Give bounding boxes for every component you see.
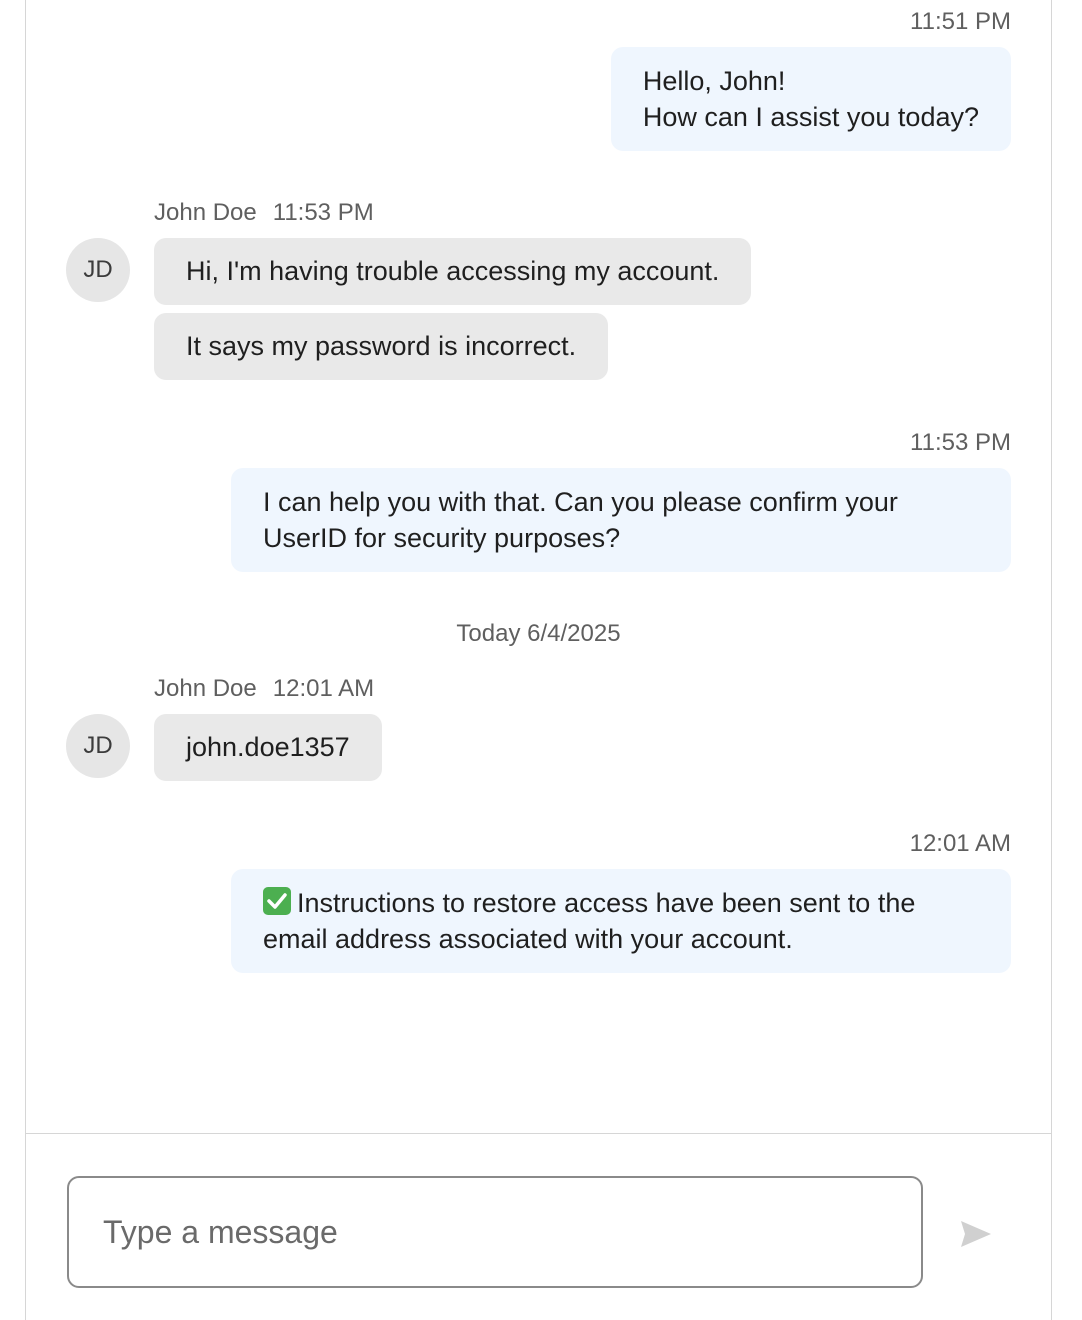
composer bbox=[26, 1133, 1051, 1320]
avatar: JD bbox=[66, 714, 130, 778]
message-timestamp: 12:01 AM bbox=[909, 830, 1011, 857]
message-input[interactable] bbox=[67, 1176, 923, 1288]
sender-info: John Doe 11:53 PM bbox=[154, 199, 374, 227]
avatar: JD bbox=[66, 238, 130, 302]
message-text: Instructions to restore access have been… bbox=[263, 888, 916, 954]
agent-message-bubble: I can help you with that. Can you please… bbox=[231, 468, 1011, 572]
message-timestamp: 11:51 PM bbox=[910, 8, 1011, 35]
date-separator: Today 6/4/2025 bbox=[456, 620, 621, 647]
user-message-bubble: It says my password is incorrect. bbox=[154, 313, 609, 380]
user-message-bubble: Hi, I'm having trouble accessing my acco… bbox=[154, 238, 752, 305]
sender-name: John Doe bbox=[154, 199, 257, 226]
agent-message-bubble: Hello, John! How can I assist you today? bbox=[610, 47, 1011, 151]
send-button[interactable] bbox=[956, 1214, 996, 1254]
send-arrow-icon bbox=[961, 1221, 991, 1247]
chat-panel: 11:51 PM Hello, John! How can I assist y… bbox=[25, 0, 1052, 1320]
user-message-bubble: john.doe1357 bbox=[154, 714, 382, 781]
message-timestamp: 12:01 AM bbox=[272, 675, 375, 702]
sender-info: John Doe 12:01 AM bbox=[154, 675, 374, 703]
check-mark-icon bbox=[263, 887, 291, 915]
sender-name: John Doe bbox=[154, 675, 257, 702]
message-timestamp: 11:53 PM bbox=[910, 429, 1011, 456]
agent-message-bubble: Instructions to restore access have been… bbox=[231, 869, 1011, 973]
message-timestamp: 11:53 PM bbox=[272, 199, 374, 226]
